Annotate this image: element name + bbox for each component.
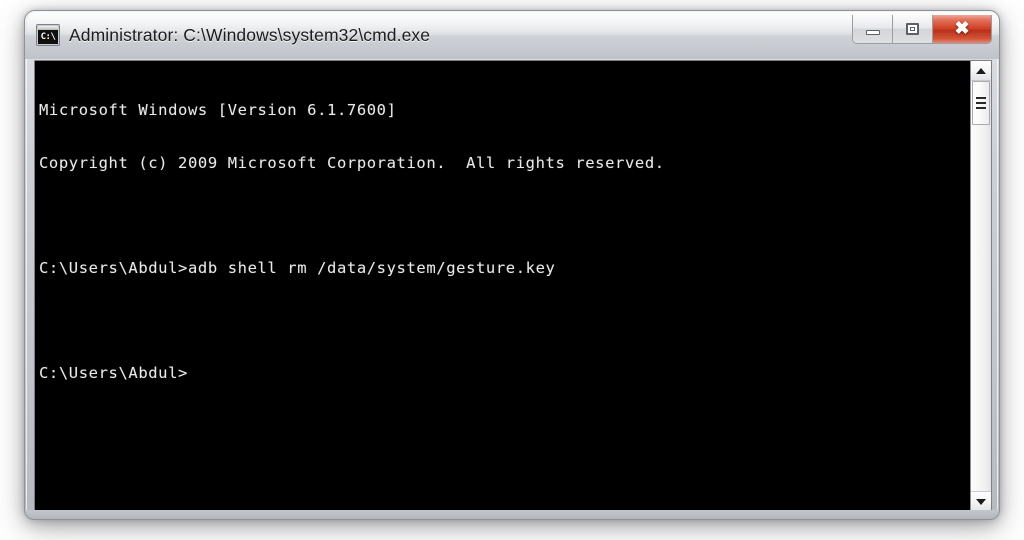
chevron-down-icon: [976, 498, 986, 505]
console-line: Microsoft Windows [Version 6.1.7600]: [39, 101, 397, 119]
window-title: Administrator: C:\Windows\system32\cmd.e…: [69, 24, 431, 45]
close-icon: ✖: [954, 18, 970, 38]
console-prompt-line: C:\Users\Abdul>: [39, 363, 188, 382]
scrollbar-track[interactable]: [971, 81, 991, 491]
console-output[interactable]: Microsoft Windows [Version 6.1.7600] Cop…: [35, 61, 970, 511]
title-bar[interactable]: C:\ Administrator: C:\Windows\system32\c…: [25, 11, 999, 59]
cmd-console-icon[interactable]: C:\: [37, 25, 59, 45]
window-controls: ✖: [852, 15, 992, 44]
maximize-button[interactable]: [893, 15, 933, 43]
minimize-button[interactable]: [853, 15, 893, 43]
scroll-up-button[interactable]: [971, 61, 991, 81]
chevron-up-icon: [976, 67, 986, 74]
cmd-window: C:\ Administrator: C:\Windows\system32\c…: [24, 10, 1000, 520]
console-scrollbar[interactable]: [970, 61, 991, 511]
grip-line-icon: [976, 102, 986, 104]
cmd-icon-glyph: C:\: [40, 32, 56, 42]
screenshot-root: C:\ Administrator: C:\Windows\system32\c…: [0, 0, 1024, 540]
console-client-area[interactable]: Microsoft Windows [Version 6.1.7600] Cop…: [34, 60, 992, 512]
close-button[interactable]: ✖: [933, 15, 991, 43]
maximize-icon: [906, 23, 919, 35]
console-line: Copyright (c) 2009 Microsoft Corporation…: [39, 153, 665, 172]
grip-line-icon: [976, 107, 986, 109]
scrollbar-thumb[interactable]: [972, 81, 990, 125]
scroll-down-button[interactable]: [971, 491, 991, 511]
console-line: C:\Users\Abdul>adb shell rm /data/system…: [39, 258, 556, 277]
window-bottom-rim: [25, 510, 999, 519]
minimize-icon: [865, 29, 880, 35]
grip-line-icon: [976, 97, 986, 99]
